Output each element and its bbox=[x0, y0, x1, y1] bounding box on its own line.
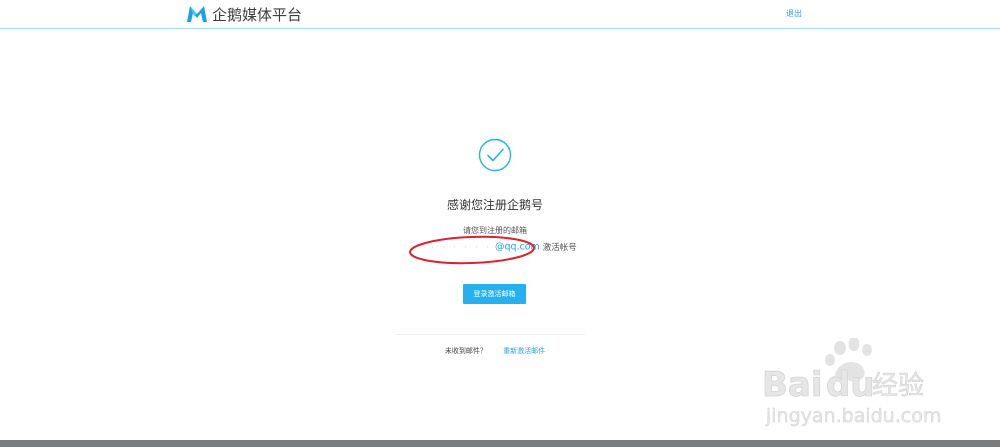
page: 企鹅媒体平台 退出 感谢您注册企鹅号 请您到注册的邮箱 · · · · · · … bbox=[0, 0, 1000, 447]
watermark-brand-du: du bbox=[826, 365, 875, 405]
login-activate-email-button[interactable]: 登录激活邮箱 bbox=[463, 284, 526, 304]
email-line: · · · · · · · @qq.com 激活帐号 bbox=[420, 241, 620, 255]
paw-icon bbox=[825, 338, 872, 382]
resend-activation-link[interactable]: 重新激活邮件 bbox=[503, 347, 545, 355]
resend-row: 未收到邮件？ 重新激活邮件 bbox=[0, 346, 990, 356]
instruction-text: 请您到注册的邮箱 bbox=[463, 226, 527, 235]
top-header: 企鹅媒体平台 退出 bbox=[0, 0, 1000, 29]
watermark-brand-cn: 经验 bbox=[872, 371, 924, 401]
email-domain: @qq.com bbox=[494, 241, 540, 253]
resend-prompt: 未收到邮件？ bbox=[444, 347, 487, 355]
check-circle-icon bbox=[478, 138, 512, 172]
masked-email-prefix: · · · · · · · bbox=[420, 242, 493, 252]
page-title: 感谢您注册企鹅号 bbox=[446, 198, 543, 212]
watermark-brand: Bai bbox=[762, 365, 823, 405]
brand-name: 企鹅媒体平台 bbox=[212, 5, 303, 24]
footer-bar bbox=[0, 440, 1000, 447]
logout-link[interactable]: 退出 bbox=[786, 8, 802, 19]
activate-account-text: 激活帐号 bbox=[542, 243, 577, 253]
brand-logo[interactable]: 企鹅媒体平台 bbox=[186, 3, 302, 25]
penguin-media-logo-icon bbox=[187, 6, 207, 22]
divider bbox=[395, 334, 585, 335]
watermark-url: jingyan.baidu.com bbox=[765, 405, 941, 427]
